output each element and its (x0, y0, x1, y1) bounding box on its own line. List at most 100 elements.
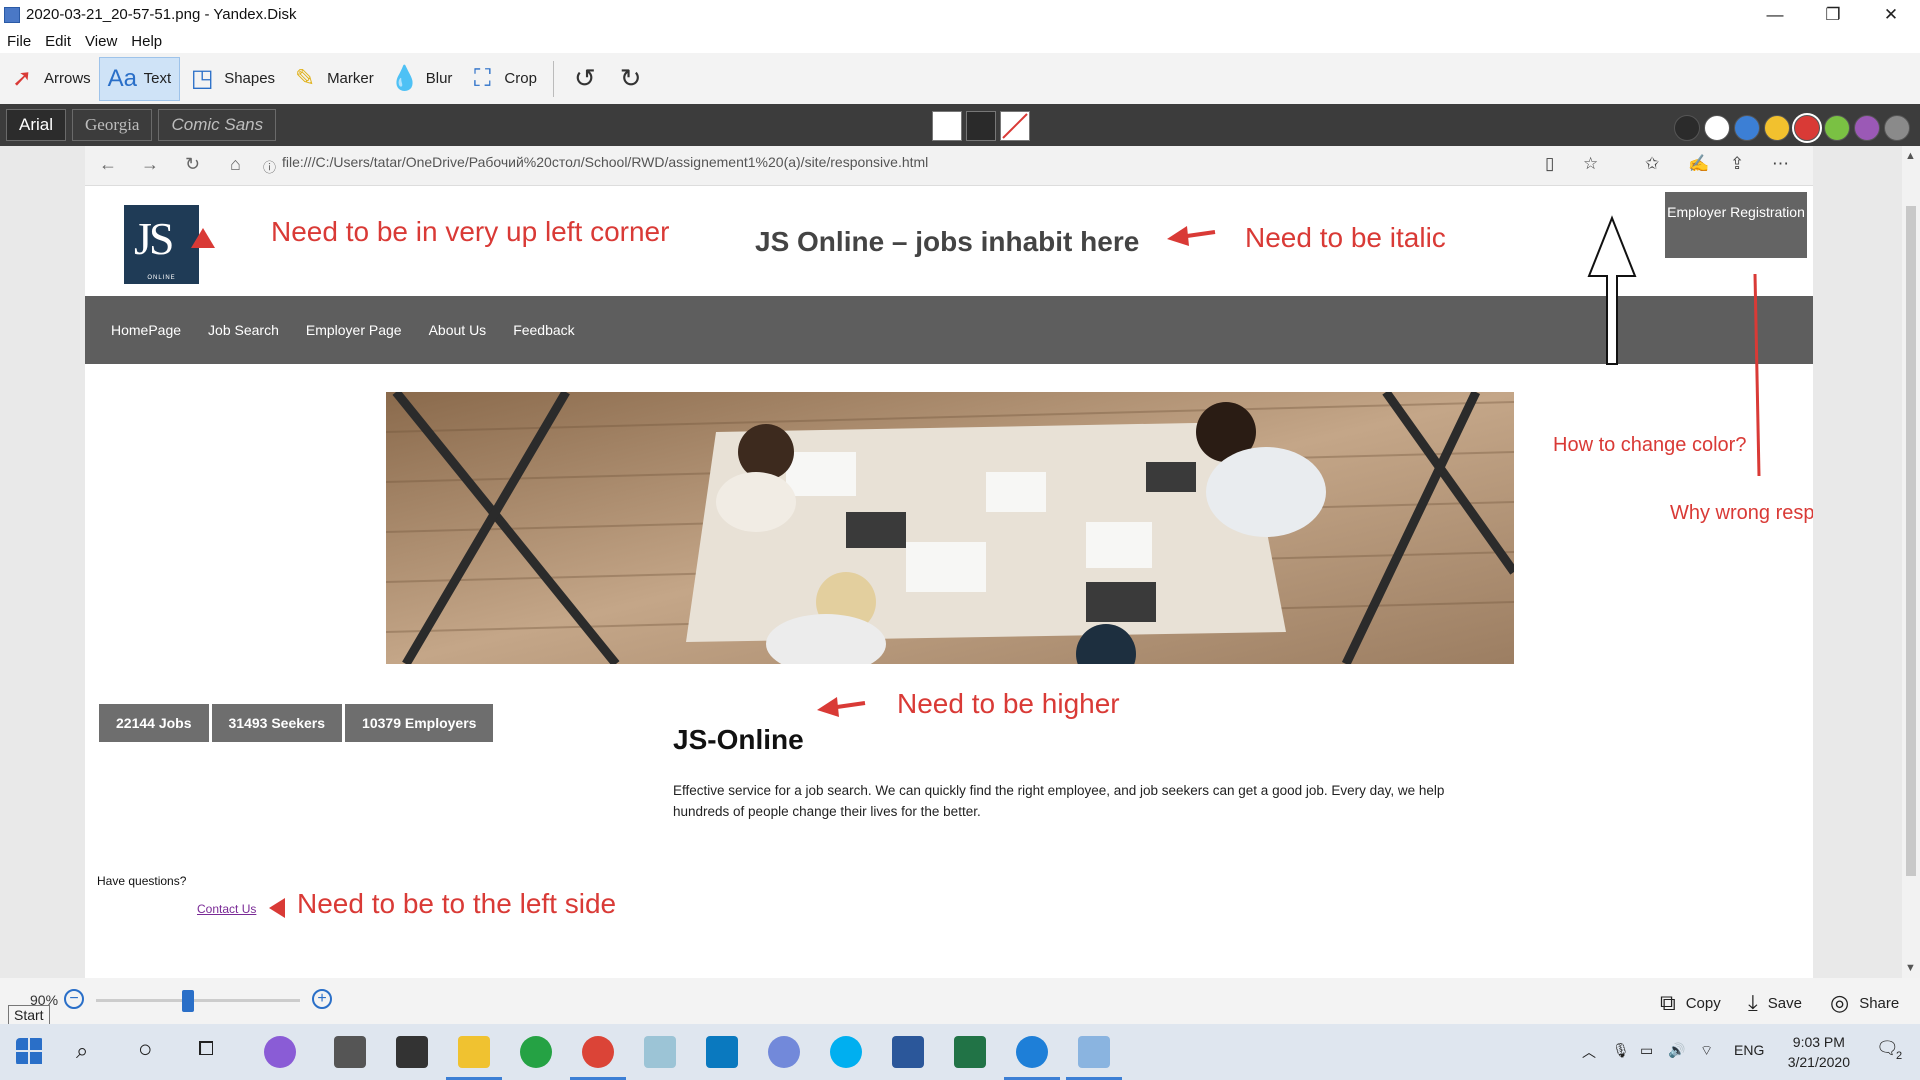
menu-file[interactable]: File (0, 33, 38, 50)
copy-icon: ⧉ (1660, 990, 1676, 1015)
tool-shapes[interactable]: ◳ Shapes (180, 57, 283, 101)
tool-text[interactable]: Aa Text (98, 56, 181, 101)
color-swatch[interactable] (1884, 115, 1910, 141)
tool-label: Crop (504, 70, 537, 87)
wifi-icon[interactable]: ⌔ (1700, 1042, 1713, 1060)
annotation-arrow-higher (817, 697, 866, 717)
menu-bar: File Edit View Help (0, 29, 1920, 53)
scroll-up-icon[interactable]: ▲ (1905, 150, 1916, 162)
annotation-corner: Need to be in very up left corner (271, 216, 670, 247)
font-comic-sans-button[interactable]: Comic Sans (158, 109, 277, 141)
volume-icon[interactable]: 🔊 (1668, 1042, 1685, 1059)
menu-edit[interactable]: Edit (38, 33, 78, 50)
microphone-icon[interactable]: 🎙 (1612, 1042, 1630, 1059)
scroll-thumb[interactable] (1906, 206, 1916, 876)
editor-toolbar: ➚ Arrows Aa Text ◳ Shapes ✎ Marker 💧 Blu… (0, 53, 1920, 104)
alice-assistant-icon[interactable] (264, 1036, 296, 1068)
annotation-arrow-italic (1167, 226, 1216, 246)
menu-help[interactable]: Help (124, 33, 169, 50)
copy-button[interactable]: ⧉ Copy (1660, 990, 1721, 1016)
calculator-icon[interactable] (334, 1036, 366, 1068)
color-swatch[interactable] (1794, 115, 1820, 141)
skype-icon[interactable] (830, 1036, 862, 1068)
chrome-icon[interactable] (582, 1036, 614, 1068)
clock[interactable]: 9:03 PM 3/21/2020 (1788, 1032, 1850, 1072)
no-fill-icon (1002, 113, 1028, 139)
task-view-icon[interactable]: ⧠ (198, 1038, 214, 1061)
zoom-slider-handle[interactable] (182, 990, 194, 1012)
rotate-left-icon[interactable]: ↺ (562, 63, 608, 94)
word-icon[interactable] (892, 1036, 924, 1068)
color-swatch[interactable] (1764, 115, 1790, 141)
blur-icon: 💧 (389, 65, 420, 92)
text-icon: Aa (107, 64, 138, 92)
tool-label: Arrows (44, 70, 91, 87)
yandex-disk-screenshot-icon[interactable] (1078, 1036, 1110, 1068)
share-circle-icon: ◎ (1830, 990, 1850, 1015)
whatsapp-icon[interactable] (520, 1036, 552, 1068)
save-button[interactable]: ⤓ Save (1748, 990, 1802, 1016)
title-bar: 2020-03-21_20-57-51.png - Yandex.Disk — … (0, 0, 1920, 29)
vertical-scrollbar[interactable]: ▲ ▼ (1902, 146, 1920, 978)
color-swatch[interactable] (1854, 115, 1880, 141)
app-icon (4, 6, 20, 23)
window-title: 2020-03-21_20-57-51.png - Yandex.Disk (26, 6, 297, 23)
fill-dark-button[interactable] (966, 111, 996, 141)
font-georgia-button[interactable]: Georgia (72, 109, 153, 141)
annotation-italic: Need to be italic (1245, 222, 1446, 253)
font-arial-button[interactable]: Arial (6, 109, 67, 141)
zoom-out-icon[interactable]: − (64, 989, 84, 1009)
minimize-button[interactable]: — (1746, 0, 1804, 29)
copy-label: Copy (1685, 994, 1721, 1012)
excel-icon[interactable] (954, 1036, 986, 1068)
windows-start-icon[interactable] (16, 1038, 44, 1066)
notification-count: 2 (1896, 1050, 1903, 1062)
app-icon-generic[interactable] (644, 1036, 676, 1068)
rotate-right-icon[interactable]: ↻ (608, 63, 654, 94)
taskbar: ⌕ ○ ⧠ ︿ 🎙 ▭ 🔊 ⌔ ENG 9:03 PM 3/21/2020 🗨 … (0, 1024, 1920, 1080)
color-swatch[interactable] (1674, 115, 1700, 141)
clock-date: 3/21/2020 (1787, 1054, 1850, 1070)
tool-arrows[interactable]: ➚ Arrows (0, 57, 99, 101)
save-label: Save (1767, 994, 1802, 1012)
screenshot-image: ← → ↻ ⌂ ⓘ file:///C:/Users/tatar/OneDriv… (85, 146, 1813, 978)
arrow-icon: ➚ (11, 65, 33, 92)
search-icon[interactable]: ⌕ (76, 1038, 88, 1064)
annotation-layer (191, 215, 1761, 918)
close-button[interactable]: ✕ (1862, 0, 1920, 29)
battery-icon[interactable]: ▭ (1640, 1042, 1653, 1059)
tool-blur[interactable]: 💧 Blur (382, 57, 461, 101)
zoom-slider[interactable] (96, 999, 300, 1002)
scroll-down-icon[interactable]: ▼ (1905, 962, 1916, 974)
edge-icon[interactable] (1016, 1036, 1048, 1068)
show-hidden-icons-icon[interactable]: ︿ (1582, 1042, 1596, 1062)
marker-icon: ✎ (295, 65, 316, 92)
discord-icon[interactable] (768, 1036, 800, 1068)
fill-white-button[interactable] (932, 111, 962, 141)
annotation-responsive: Why wrong responsive? (1670, 502, 1813, 524)
color-swatch[interactable] (1824, 115, 1850, 141)
tool-label: Blur (425, 70, 453, 87)
start-tooltip: Start (8, 1005, 50, 1025)
viewer-bottom-bar: 90% − + ⧉ Copy ⤓ Save ◎ Share (0, 978, 1920, 1024)
color-swatch[interactable] (1704, 115, 1730, 141)
font-bar: Arial Georgia Comic Sans (0, 104, 1920, 146)
file-explorer-icon[interactable] (458, 1036, 490, 1068)
trello-icon[interactable] (706, 1036, 738, 1068)
color-swatch[interactable] (1734, 115, 1760, 141)
share-label: Share (1859, 994, 1900, 1012)
annotation-outline-up-arrow (1587, 215, 1637, 365)
tool-label: Text (143, 70, 172, 87)
store-icon[interactable] (396, 1036, 428, 1068)
maximize-button[interactable]: ❐ (1804, 0, 1862, 29)
menu-view[interactable]: View (78, 33, 124, 50)
zoom-in-icon[interactable]: + (312, 989, 332, 1009)
share-button[interactable]: ◎ Share (1830, 990, 1899, 1016)
annotation-arrow-corner (191, 228, 215, 248)
language-indicator[interactable]: ENG (1734, 1042, 1764, 1058)
fill-none-button[interactable] (1000, 111, 1030, 141)
tool-crop[interactable]: ⛶ Crop (460, 57, 545, 101)
annotation-higher: Need to be higher (897, 688, 1120, 719)
cortana-icon[interactable]: ○ (138, 1036, 153, 1064)
tool-marker[interactable]: ✎ Marker (283, 57, 382, 101)
